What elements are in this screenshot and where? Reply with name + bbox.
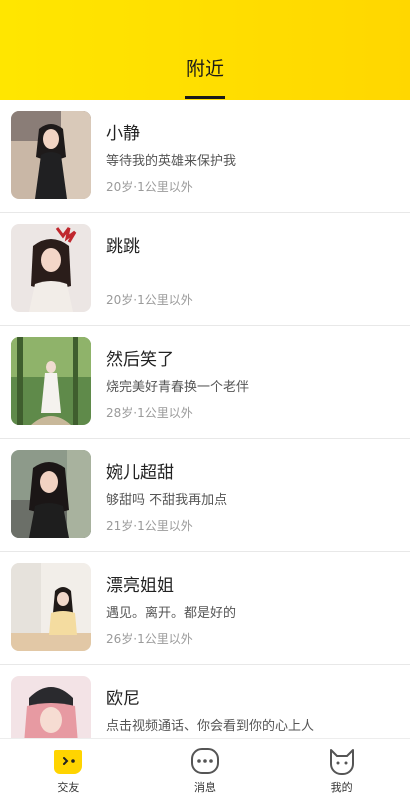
tab-label: 我的 — [330, 781, 353, 794]
user-age-distance: 28岁·1公里以外 — [106, 406, 193, 420]
user-name: 漂亮姐姐 — [106, 576, 174, 596]
avatar — [11, 111, 91, 199]
user-list[interactable]: 小静 等待我的英雄来保护我 20岁·1公里以外 跳跳 20岁·1公里以外 然后笑… — [0, 100, 410, 738]
user-age-distance: 21岁·1公里以外 — [106, 519, 193, 533]
user-name: 婉儿超甜 — [106, 463, 174, 483]
tab-label: 交友 — [57, 781, 80, 794]
user-name: 跳跳 — [106, 237, 140, 257]
avatar — [11, 563, 91, 651]
avatar — [11, 337, 91, 425]
user-bio: 够甜吗 不甜我再加点 — [106, 493, 228, 508]
user-age-distance: 20岁·1公里以外 — [106, 180, 193, 194]
list-item[interactable]: 然后笑了 烧完美好青春换一个老伴 28岁·1公里以外 — [0, 326, 410, 439]
tab-nearby[interactable]: 附近 — [0, 54, 410, 81]
user-age-distance: 26岁·1公里以外 — [106, 632, 193, 646]
message-dots-icon — [191, 748, 219, 774]
tab-active-indicator — [185, 96, 225, 99]
user-name: 欧尼 — [106, 689, 140, 709]
user-name: 小静 — [106, 124, 140, 144]
user-name: 然后笑了 — [106, 350, 174, 370]
cat-face-icon — [329, 749, 354, 775]
list-item[interactable]: 婉儿超甜 够甜吗 不甜我再加点 21岁·1公里以外 — [0, 439, 410, 552]
user-bio: 点击视频通话、你会看到你的心上人 — [106, 719, 315, 734]
user-bio: 遇见。离开。都是好的 — [106, 606, 237, 621]
avatar — [11, 224, 91, 312]
tab-mine[interactable]: 我的 — [273, 739, 410, 800]
list-item[interactable]: 欧尼 点击视频通话、你会看到你的心上人 — [0, 665, 410, 738]
chat-face-icon — [54, 750, 83, 774]
list-item[interactable]: 小静 等待我的英雄来保护我 20岁·1公里以外 — [0, 100, 410, 213]
top-header: 附近 — [0, 0, 410, 100]
list-item[interactable]: 漂亮姐姐 遇见。离开。都是好的 26岁·1公里以外 — [0, 552, 410, 665]
user-age-distance: 20岁·1公里以外 — [106, 293, 193, 307]
avatar — [11, 450, 91, 538]
list-item[interactable]: 跳跳 20岁·1公里以外 — [0, 213, 410, 326]
user-bio: 烧完美好青春换一个老伴 — [106, 380, 250, 395]
tab-friends[interactable]: 交友 — [0, 739, 137, 800]
tab-messages[interactable]: 消息 — [137, 739, 274, 800]
avatar — [11, 676, 91, 738]
tab-label: 消息 — [194, 781, 216, 794]
user-bio: 等待我的英雄来保护我 — [106, 154, 237, 169]
bottom-tab-bar: 交友 消息 我的 — [0, 738, 410, 800]
